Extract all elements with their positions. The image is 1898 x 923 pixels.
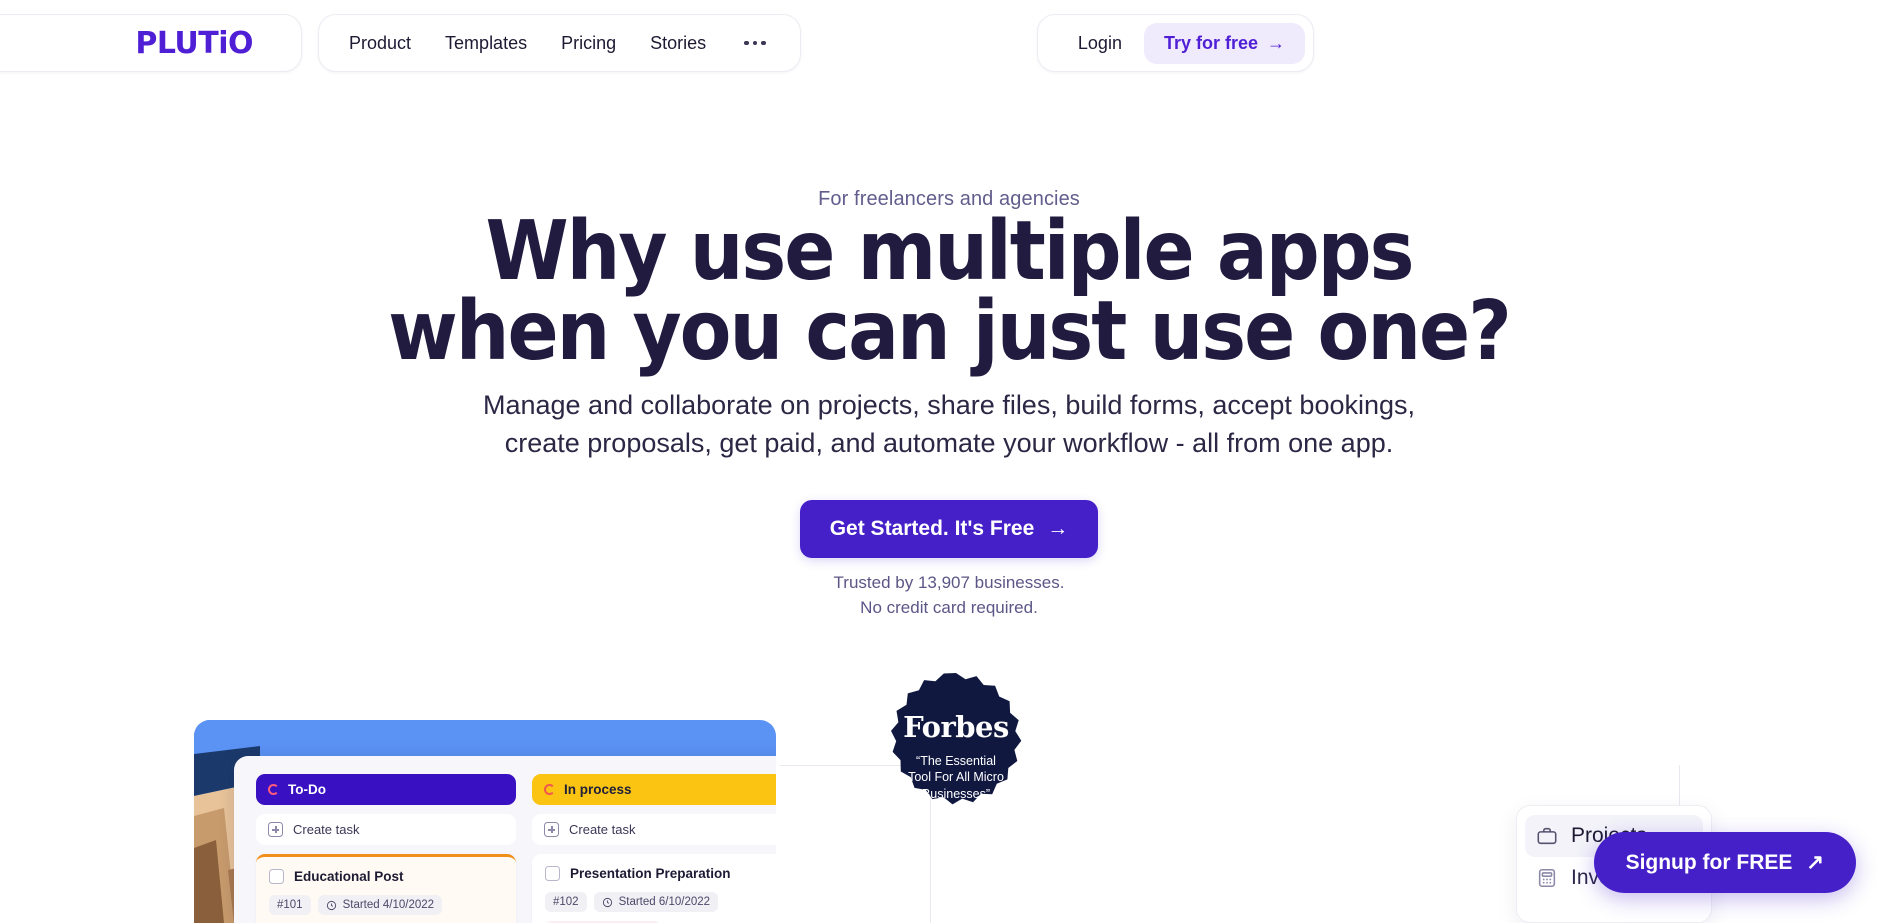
nav-item-pricing[interactable]: Pricing: [561, 33, 616, 54]
clock-icon: [326, 900, 336, 910]
login-button[interactable]: Login: [1064, 33, 1136, 54]
arrow-right-icon: →: [1267, 32, 1285, 53]
create-task-button-inprocess[interactable]: Create task: [532, 814, 776, 845]
column-title-todo: To-Do: [288, 782, 326, 797]
plutio-logo[interactable]: PLUTiO: [135, 26, 253, 61]
headline-line-1: Why use multiple apps: [485, 204, 1414, 299]
create-task-label: Create task: [293, 822, 360, 837]
status-ring-icon: [268, 784, 279, 795]
trust-line-1: Trusted by 13,907 businesses.: [833, 573, 1065, 592]
forbes-quote-line-2: Tool For All Micro: [908, 770, 1004, 785]
forbes-quote-line-1: “The Essential: [916, 753, 996, 768]
nav-item-templates[interactable]: Templates: [445, 33, 527, 54]
task-checkbox[interactable]: [545, 866, 560, 881]
forbes-badge: Forbes “The Essential Tool For All Micro…: [871, 669, 1041, 839]
kanban-board: To-Do Create task Educational Post #101: [234, 756, 776, 923]
status-ring-icon: [544, 784, 555, 795]
forbes-badge-text: Forbes “The Essential Tool For All Micro…: [871, 669, 1041, 839]
forbes-quote-line-3: Businesses”: [921, 786, 991, 801]
task-card[interactable]: Presentation Preparation #102 Started 6/…: [532, 854, 776, 923]
task-card[interactable]: Educational Post #101 Started 4/10/2022: [256, 854, 516, 923]
signup-label: Signup for FREE: [1625, 850, 1793, 874]
task-title: Educational Post: [294, 869, 404, 884]
headline-line-2: when you can just use one?: [388, 284, 1512, 380]
task-title-row: Presentation Preparation: [545, 866, 776, 881]
top-navigation: PLUTiO Product Templates Pricing Stories…: [0, 14, 1898, 76]
app-screenshot: To-Do Create task Educational Post #101: [194, 720, 776, 923]
subhead-line-2: create proposals, get paid, and automate…: [504, 428, 1394, 459]
kanban-column-todo: To-Do Create task Educational Post #101: [256, 774, 516, 923]
task-title: Presentation Preparation: [570, 866, 731, 881]
create-task-label: Create task: [569, 822, 636, 837]
trust-line-2: No credit card required.: [860, 597, 1038, 617]
arrow-right-icon: →: [1047, 517, 1069, 540]
get-started-button[interactable]: Get Started. It's Free →: [799, 500, 1099, 558]
forbes-quote: “The Essential Tool For All Micro Busine…: [892, 753, 1020, 803]
page-root: PLUTiO Product Templates Pricing Stories…: [0, 0, 1898, 923]
nav-item-product[interactable]: Product: [349, 33, 411, 54]
create-task-button-todo[interactable]: Create task: [256, 814, 516, 845]
plus-icon: [544, 822, 559, 837]
kanban-column-inprocess: In process Create task Presentation Prep…: [532, 774, 776, 923]
task-id-chip: #101: [269, 895, 311, 915]
cta-container: Get Started. It's Free → Trusted by 13,9…: [0, 500, 1898, 621]
subhead-line-1: Manage and collaborate on projects, shar…: [482, 390, 1416, 420]
task-meta: #102 Started 6/10/2022: [545, 892, 776, 912]
task-title-row: Educational Post: [269, 869, 503, 884]
clock-icon: [602, 897, 612, 907]
nav-menu: Product Templates Pricing Stories: [318, 14, 801, 72]
logo-text: PLUT: [135, 25, 219, 61]
ellipsis-icon[interactable]: [740, 40, 770, 46]
forbes-wordmark: Forbes: [903, 709, 1009, 744]
trust-text: Trusted by 13,907 businesses. No credit …: [834, 571, 1065, 621]
nav-item-stories[interactable]: Stories: [650, 33, 706, 54]
page-title: Why use multiple apps when you can just …: [76, 204, 1822, 380]
arrow-up-right-icon: ↗: [1806, 851, 1824, 874]
logo-text-lower: i: [218, 25, 228, 61]
signup-for-free-button[interactable]: Signup for FREE ↗: [1593, 832, 1856, 893]
try-for-free-label: Try for free: [1163, 32, 1258, 53]
task-started-chip: Started 6/10/2022: [593, 892, 719, 912]
task-id-chip: #102: [545, 892, 587, 912]
column-header-todo[interactable]: To-Do: [256, 774, 516, 805]
task-meta: #101 Started 4/10/2022: [269, 895, 503, 915]
column-title-inprocess: In process: [564, 782, 632, 797]
get-started-label: Get Started. It's Free: [829, 517, 1035, 540]
plus-icon: [268, 822, 283, 837]
calculator-icon: [1538, 868, 1556, 888]
task-started-label: Started 6/10/2022: [618, 896, 711, 908]
task-checkbox[interactable]: [269, 869, 284, 884]
logo-text-end: O: [227, 25, 254, 61]
hero-subheading: Manage and collaborate on projects, shar…: [0, 386, 1898, 463]
task-started-label: Started 4/10/2022: [342, 899, 435, 911]
column-header-inprocess[interactable]: In process: [532, 774, 776, 805]
task-started-chip: Started 4/10/2022: [317, 895, 443, 915]
auth-controls: Login Try for free →: [1036, 14, 1314, 72]
try-for-free-button[interactable]: Try for free →: [1143, 22, 1305, 64]
logo-container[interactable]: PLUTiO: [0, 14, 302, 72]
briefcase-icon: [1537, 827, 1557, 845]
